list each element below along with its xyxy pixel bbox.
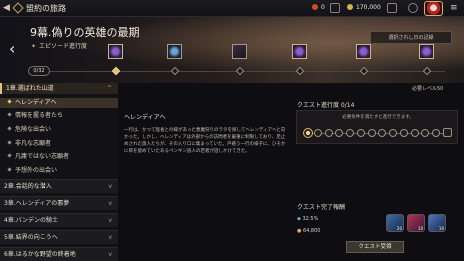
chapter-item[interactable]: 1章.選ばれた山道 ^ <box>0 83 118 94</box>
accept-quest-button[interactable]: クエスト受領 <box>346 241 404 253</box>
gold-icon: ● <box>297 228 302 234</box>
quest-progress-note: 必要条件を満たすと進行できます。 <box>342 115 414 120</box>
gold-icon <box>347 4 353 10</box>
reward-item[interactable]: 10 <box>428 214 446 232</box>
gold-counter: 170,000 <box>347 4 381 11</box>
quest-panel: クエスト進行度 0/14 必要条件を満たすと進行できます。 クエスト完了報酬 ◆… <box>294 97 460 254</box>
chapter-item[interactable]: 3章.ヘレンディアの悪夢 v <box>0 196 118 210</box>
episode-node[interactable] <box>232 44 247 59</box>
add-gold-button[interactable] <box>387 3 397 13</box>
chapter-item[interactable]: 6章.はるかな野望の終着地 v <box>0 247 118 261</box>
episode-node[interactable] <box>292 44 307 59</box>
quest-step <box>399 129 408 137</box>
quest-item[interactable]: ヘレンディアへ <box>0 98 118 108</box>
chevron-left-icon[interactable]: ‹ <box>9 39 15 58</box>
quest-title: ヘレンディアへ <box>124 114 166 121</box>
quest-step <box>303 128 313 138</box>
quest-step <box>324 129 333 137</box>
chevron-down-icon: v <box>108 217 112 224</box>
episode-progress-label: ✦ エピソード進行度 <box>31 43 88 50</box>
back-button[interactable]: ◀ <box>3 3 10 13</box>
star-icon: ✦ <box>31 43 37 50</box>
quest-item[interactable]: 情報を握る者たち <box>0 111 118 121</box>
page-title: 盟約の旅路 <box>26 4 66 13</box>
episode-node[interactable] <box>419 44 434 59</box>
chapter-title: 9幕.偽りの英雄の最期 <box>30 26 140 39</box>
chapter-item[interactable]: 2章.会話的な潜入 v <box>0 179 118 193</box>
quest-step <box>356 129 365 137</box>
top-bar: ◀ 盟約の旅路 0 170,000 ≡ <box>0 0 464 17</box>
menu-icon[interactable]: ≡ <box>450 3 460 13</box>
reward-item[interactable]: 20 <box>386 214 404 232</box>
chapter-item[interactable]: 5章.結界の向こうへ v <box>0 230 118 244</box>
chevron-down-icon: v <box>108 234 112 241</box>
quest-step <box>410 129 419 137</box>
quest-item[interactable]: 危険な出会い <box>0 125 118 135</box>
reward-item[interactable]: 10 <box>407 214 425 232</box>
quest-step <box>335 129 344 137</box>
stamina-icon <box>312 4 318 10</box>
quest-step <box>389 129 398 137</box>
required-level: 必要レベル50 <box>412 86 444 92</box>
episode-node[interactable] <box>108 44 123 59</box>
chevron-down-icon: v <box>108 200 112 207</box>
quest-progress-box: 必要条件を満たすと進行できます。 <box>296 110 458 144</box>
add-stamina-button[interactable] <box>330 3 340 13</box>
quest-step <box>367 129 376 137</box>
quest-step <box>421 129 430 137</box>
exp-icon: ◆ <box>297 216 301 222</box>
reward-exp: ◆ 32.5% <box>297 216 319 222</box>
quest-item[interactable]: 予想外の出会い <box>0 166 118 176</box>
chapter-item[interactable]: 4章.バンデンの騎士 v <box>0 213 118 227</box>
quest-step <box>378 129 387 137</box>
quest-progress-title: クエスト進行度 0/14 <box>297 102 355 109</box>
episode-node[interactable] <box>356 44 371 59</box>
quest-item[interactable]: 凡庸ではない志願者 <box>0 152 118 162</box>
journey-icon <box>12 2 24 14</box>
track-line <box>47 71 445 72</box>
gold-value: 170,000 <box>356 4 381 11</box>
quest-step <box>346 129 355 137</box>
reward-label: クエスト完了報酬 <box>297 204 346 211</box>
quest-description: 一行は、かつて陛長との縁があった悪魔狩りのラタを探してヘレンディアへと向かった。… <box>124 128 286 154</box>
chevron-down-icon: v <box>108 251 112 258</box>
chevron-down-icon: v <box>108 183 112 190</box>
quest-step <box>432 129 441 137</box>
episode-node[interactable] <box>167 44 182 59</box>
avatar[interactable] <box>424 1 443 16</box>
chevron-up-icon: ^ <box>106 85 112 92</box>
episode-progress: 0/32 <box>28 66 50 76</box>
quest-step <box>443 128 452 137</box>
quest-item[interactable]: 非凡な志願者 <box>0 139 118 149</box>
reward-gold: ● 64,800 <box>297 228 321 234</box>
records-button[interactable]: 選択されし日の記録 <box>370 31 452 44</box>
notification-icon[interactable] <box>408 3 418 13</box>
quest-step <box>313 129 322 137</box>
stamina-counter: 0 <box>312 4 325 11</box>
chapter-sidebar: 1章.選ばれた山道 ^ ヘレンディアへ 情報を握る者たち 危険な出会い 非凡な志願… <box>0 83 118 261</box>
stamina-value: 0 <box>321 4 325 11</box>
